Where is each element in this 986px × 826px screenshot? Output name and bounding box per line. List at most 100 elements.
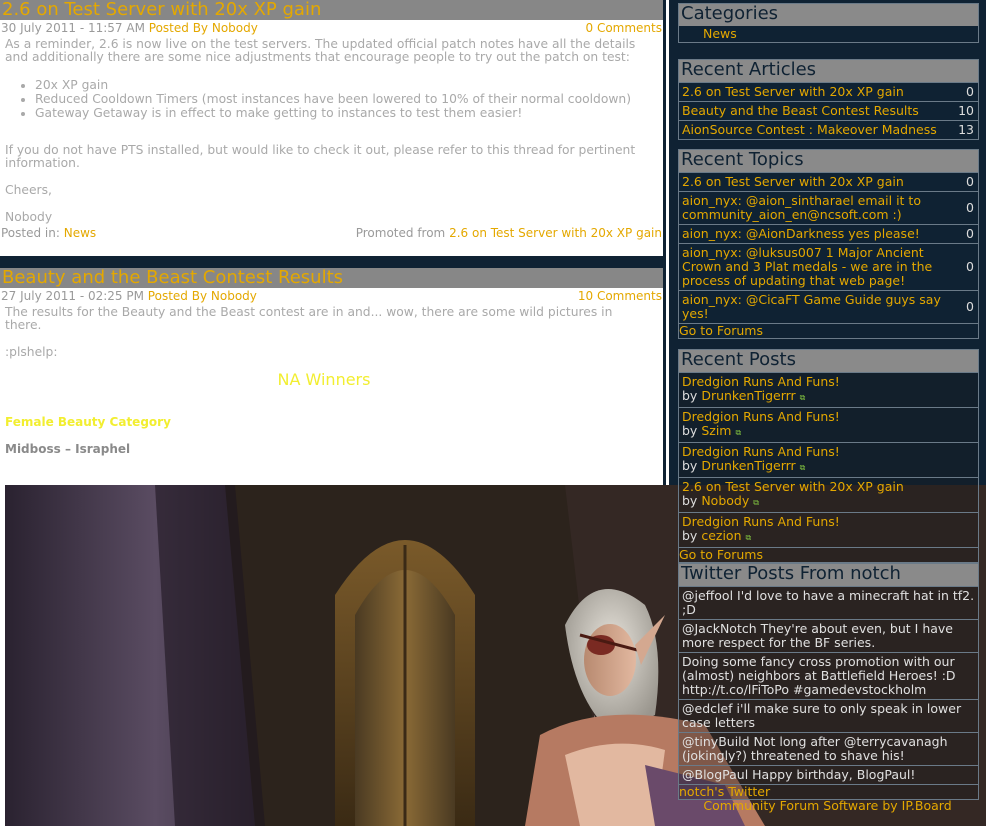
list-item: aion_nyx: @CicaFT Game Guide guys say ye…	[679, 290, 978, 323]
posted-by-label: Posted By	[148, 21, 209, 35]
feature-list: 20x XP gain Reduced Cooldown Timers (mos…	[5, 78, 643, 120]
topic-link[interactable]: aion_nyx: @AionDarkness yes please!	[682, 227, 920, 241]
tweet: @edclef i'll make sure to only speak in …	[679, 699, 978, 732]
article-body: As a reminder, 2.6 is now live on the te…	[0, 36, 663, 224]
comments-link[interactable]: 10 Comments	[578, 288, 662, 304]
sidebar: Categories News Recent Articles 2.6 on T…	[669, 0, 986, 826]
post-user-link[interactable]: Szim	[701, 423, 731, 438]
post-topic-link[interactable]: Dredgion Runs And Funs!	[682, 374, 840, 389]
reply-count: 0	[966, 200, 974, 215]
comment-count: 10	[958, 103, 974, 118]
comments-link[interactable]: 0 Comments	[586, 20, 663, 36]
external-link-icon[interactable]: ⧉	[735, 428, 741, 437]
list-item: 2.6 on Test Server with 20x XP gain 0	[679, 82, 978, 101]
by-label: by	[682, 528, 698, 543]
external-link-icon[interactable]: ⧉	[745, 533, 751, 542]
twitter-footer: notch's Twitter	[679, 784, 978, 799]
category-list: News	[679, 26, 978, 42]
reply-count: 0	[966, 174, 974, 189]
list-item: Gateway Getaway is in effect to make get…	[35, 106, 643, 120]
recent-topics-title: Recent Topics	[679, 150, 978, 172]
post-user-link[interactable]: DrunkenTigerrr	[701, 388, 795, 403]
article-meta: 27 July 2011 - 02:25 PM Posted By Nobody…	[0, 288, 663, 304]
tweet: @JackNotch They're about even, but I hav…	[679, 619, 978, 652]
topic-link[interactable]: aion_nyx: @luksus007 1 Major Ancient Cro…	[682, 246, 958, 288]
by-label: by	[682, 493, 698, 508]
post-topic-link[interactable]: Dredgion Runs And Funs!	[682, 514, 840, 529]
list-item: 20x XP gain	[35, 78, 643, 92]
categories-box: Categories News	[678, 3, 979, 43]
list-item: Dredgion Runs And Funs! by DrunkenTigerr…	[679, 372, 978, 407]
winner-line: Midboss – Israphel	[5, 442, 131, 456]
list-item: Dredgion Runs And Funs! by DrunkenTigerr…	[679, 442, 978, 477]
author-link[interactable]: Nobody	[212, 21, 258, 35]
topic-link[interactable]: aion_nyx: @CicaFT Game Guide guys say ye…	[682, 293, 958, 321]
main-content: 2.6 on Test Server with 20x XP gain 30 J…	[0, 0, 666, 485]
article-date: 27 July 2011 - 02:25 PM	[1, 289, 144, 303]
reply-count: 0	[966, 259, 974, 274]
author-link[interactable]: Nobody	[211, 289, 257, 303]
recent-article-link[interactable]: Beauty and the Beast Contest Results	[682, 104, 919, 118]
list-item: Dredgion Runs And Funs! by Szim ⧉	[679, 407, 978, 442]
pts-note: If you do not have PTS installed, but wo…	[5, 143, 636, 170]
by-label: by	[682, 388, 698, 403]
go-to-forums-link[interactable]: Go to Forums	[679, 323, 763, 338]
category-link[interactable]: News	[64, 226, 96, 240]
list-item: Reduced Cooldown Timers (most instances …	[35, 92, 643, 106]
article-date: 30 July 2011 - 11:57 AM	[1, 21, 145, 35]
article-footer: Posted in: News Promoted from 2.6 on Tes…	[0, 226, 663, 240]
recent-articles-title: Recent Articles	[679, 60, 978, 82]
list-item: AionSource Contest : Makeover Madness 13	[679, 120, 978, 139]
go-to-forums-row: Go to Forums	[679, 323, 978, 338]
article-intro: The results for the Beauty and the Beast…	[5, 305, 613, 332]
go-to-forums-link[interactable]: Go to Forums	[679, 547, 763, 562]
tweet: Doing some fancy cross promotion with ou…	[679, 652, 978, 699]
post-user-link[interactable]: Nobody	[701, 493, 749, 508]
topic-link[interactable]: 2.6 on Test Server with 20x XP gain	[682, 175, 904, 189]
posted-by-label: Posted By	[147, 289, 208, 303]
external-link-icon[interactable]: ⧉	[753, 498, 759, 507]
twitter-title: Twitter Posts From notch	[679, 564, 978, 586]
list-item: 2.6 on Test Server with 20x XP gain by N…	[679, 477, 978, 512]
na-winners-heading: NA Winners	[277, 370, 371, 389]
tweet: @tinyBuild Not long after @terrycavanagh…	[679, 732, 978, 765]
category-item-news[interactable]: News	[703, 26, 737, 41]
article-title[interactable]: 2.6 on Test Server with 20x XP gain	[0, 0, 663, 20]
emote-text: :plshelp:	[5, 345, 58, 359]
ipboard-credit-link[interactable]: Community Forum Software by IP.Board	[703, 798, 951, 813]
twitter-box: Twitter Posts From notch @jeffool I'd lo…	[678, 563, 979, 800]
recent-topics-box: Recent Topics 2.6 on Test Server with 20…	[678, 149, 979, 339]
twitter-profile-link[interactable]: notch's Twitter	[679, 784, 770, 799]
topic-link[interactable]: aion_nyx: @aion_sintharael email it to c…	[682, 194, 958, 222]
list-item: Dredgion Runs And Funs! by cezion ⧉	[679, 512, 978, 547]
external-link-icon[interactable]: ⧉	[800, 393, 806, 402]
comment-count: 13	[958, 122, 974, 137]
article-body: The results for the Beauty and the Beast…	[0, 304, 663, 456]
article-separator	[0, 256, 666, 268]
post-topic-link[interactable]: 2.6 on Test Server with 20x XP gain	[682, 479, 904, 494]
go-to-forums-row: Go to Forums	[679, 547, 978, 562]
promoted-topic-link[interactable]: 2.6 on Test Server with 20x XP gain	[449, 226, 662, 240]
post-user-link[interactable]: cezion	[701, 528, 741, 543]
external-link-icon[interactable]: ⧉	[800, 463, 806, 472]
list-item: Beauty and the Beast Contest Results 10	[679, 101, 978, 120]
categories-title: Categories	[679, 4, 978, 26]
signature: Nobody	[5, 210, 53, 224]
forum-credit: Community Forum Software by IP.Board	[669, 798, 986, 813]
post-user-link[interactable]: DrunkenTigerrr	[701, 458, 795, 473]
recent-article-link[interactable]: 2.6 on Test Server with 20x XP gain	[682, 85, 904, 99]
reply-count: 0	[966, 299, 974, 314]
article-patch-test-server: 2.6 on Test Server with 20x XP gain 30 J…	[0, 0, 666, 256]
post-topic-link[interactable]: Dredgion Runs And Funs!	[682, 409, 840, 424]
promoted-label: Promoted from	[355, 226, 446, 240]
list-item: aion_nyx: @aion_sintharael email it to c…	[679, 191, 978, 224]
article-title[interactable]: Beauty and the Beast Contest Results	[0, 268, 663, 288]
recent-posts-title: Recent Posts	[679, 350, 978, 372]
article-intro: As a reminder, 2.6 is now live on the te…	[5, 37, 636, 64]
by-label: by	[682, 458, 698, 473]
female-beauty-heading: Female Beauty Category	[5, 415, 171, 429]
recent-article-link[interactable]: AionSource Contest : Makeover Madness	[682, 123, 937, 137]
article-meta: 30 July 2011 - 11:57 AM Posted By Nobody…	[0, 20, 663, 36]
post-topic-link[interactable]: Dredgion Runs And Funs!	[682, 444, 840, 459]
list-item: 2.6 on Test Server with 20x XP gain 0	[679, 172, 978, 191]
